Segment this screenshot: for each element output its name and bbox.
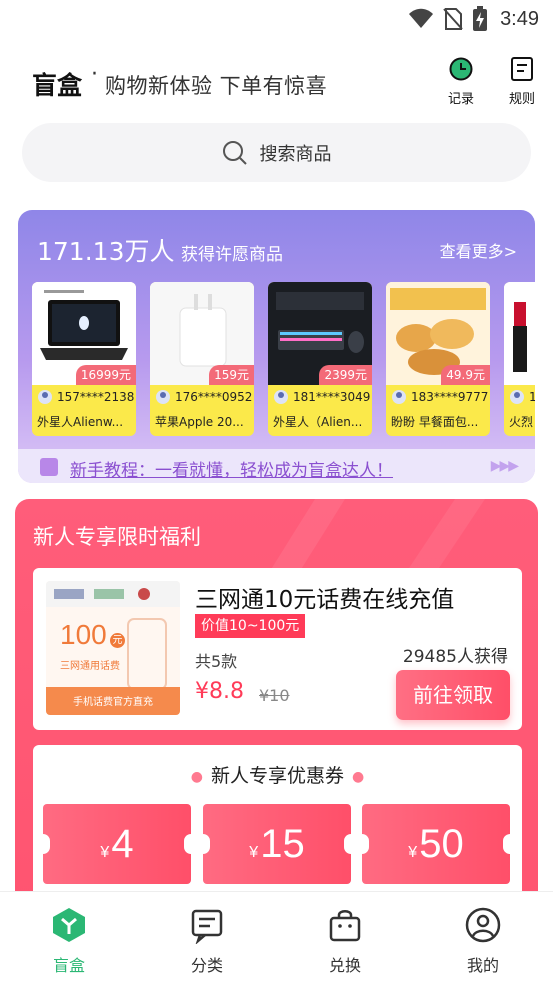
wish-card[interactable]: 2399元 181****3049 外星人（Alien... <box>268 282 372 436</box>
coupon-15[interactable]: ¥15 <box>196 804 358 884</box>
tab-profile[interactable]: 我的 <box>443 906 523 976</box>
card-price: 159元 <box>209 365 254 385</box>
avatar <box>38 390 52 404</box>
offer-value-tag: 价值10~100元 <box>195 614 306 638</box>
offer-claim-count: 29485人获得 <box>402 647 508 667</box>
shopping-bag-icon <box>329 910 361 942</box>
status-bar: 3:49 <box>0 0 553 38</box>
card-user: 176****0952 <box>156 390 252 404</box>
tutorial-link[interactable]: 新手教程：一看就懂，轻松成为盲盒达人！ <box>70 456 393 481</box>
avatar <box>510 390 524 404</box>
tab-label: 盲盒 <box>52 956 85 975</box>
tab-exchange[interactable]: 兑换 <box>305 906 385 976</box>
header: 盲盒 · 购物新体验 下单有惊喜 记录 规则 <box>0 52 553 112</box>
card-product-name: 苹果Apple 20... <box>155 415 244 429</box>
avatar <box>392 390 406 404</box>
bottom-tab-bar: 盲盒 分类 兑换 我的 <box>0 891 553 983</box>
wish-carousel[interactable]: 16999元 157****2138 外星人Alienw... 159元 176… <box>32 282 535 438</box>
coupon-title-text: 新人专享优惠券 <box>210 765 344 787</box>
avatar <box>274 390 288 404</box>
recharge-band: 手机话费官方直充 <box>73 697 153 708</box>
tab-label: 分类 <box>190 956 223 975</box>
coupon-currency: ¥ <box>249 844 259 861</box>
status-time: 3:49 <box>500 7 539 30</box>
newcomer-title: 新人专享限时福利 <box>33 525 201 549</box>
tab-category[interactable]: 分类 <box>167 906 247 976</box>
wish-card[interactable]: 49.9元 183****9777 盼盼 早餐面包... <box>386 282 490 436</box>
card-product-name: 盼盼 早餐面包... <box>391 415 479 429</box>
view-more-link[interactable]: 查看更多> <box>440 238 517 262</box>
records-button[interactable]: 记录 <box>441 56 481 107</box>
user-icon <box>465 907 501 943</box>
battery-charging-icon <box>473 6 488 31</box>
clock-icon <box>449 57 473 81</box>
newcomer-panel: 新人专享限时福利 100 元 三网通用话费 手机话费官方直充 三网通10元话费在… <box>15 499 538 919</box>
records-label: 记录 <box>447 92 474 107</box>
title-separator: · <box>91 62 98 87</box>
coupon-amount: 50 <box>419 822 464 866</box>
arrows-icon: ▶▶▶ <box>490 458 519 474</box>
wish-card[interactable]: 159元 176****0952 苹果Apple 20... <box>150 282 254 436</box>
coupon-section-title: ● 新人专享优惠券 ● <box>33 761 522 788</box>
wish-panel: 171.13万人 获得许愿商品 查看更多> 16999元 157****2138 <box>18 210 535 483</box>
status-icons: 3:49 <box>408 6 539 32</box>
recharge-amount: 100 <box>60 619 107 650</box>
search-placeholder: 搜索商品 <box>259 143 332 165</box>
wish-count: 171.13万人 <box>37 237 175 266</box>
card-price: 2399元 <box>319 365 372 385</box>
book-icon <box>40 458 58 476</box>
blindbox-icon <box>53 908 85 942</box>
tab-blindbox[interactable]: 盲盒 <box>29 906 109 976</box>
product-image-lipstick <box>504 282 535 385</box>
recharge-offer-card[interactable]: 100 元 三网通用话费 手机话费官方直充 三网通10元话费在线充值 价值10~… <box>33 568 522 730</box>
search-bar[interactable]: 搜索商品 <box>22 123 531 182</box>
card-user-phone: 181****3049 <box>293 390 371 404</box>
card-user-phone: 157****2138 <box>57 390 135 404</box>
card-user: 1 <box>510 390 535 404</box>
rules-label: 规则 <box>508 92 535 107</box>
card-user-phone: 176****0952 <box>175 390 253 404</box>
no-sim-icon <box>443 8 463 30</box>
coupon-currency: ¥ <box>408 844 418 861</box>
coupon-currency: ¥ <box>100 844 110 861</box>
avatar <box>156 390 170 404</box>
search-icon <box>222 140 247 165</box>
recharge-subtitle: 三网通用话费 <box>60 661 120 672</box>
offer-variant-count: 共5款 <box>195 652 238 671</box>
app-slogan: 购物新体验 下单有惊喜 <box>105 74 328 98</box>
card-user-phone: 1 <box>529 390 535 404</box>
tab-label: 兑换 <box>328 956 361 975</box>
rules-button[interactable]: 规则 <box>502 56 542 107</box>
card-user-phone: 183****9777 <box>411 390 489 404</box>
card-user: 181****3049 <box>274 390 370 404</box>
card-price: 49.9元 <box>441 365 490 385</box>
wish-card[interactable]: 16999元 157****2138 外星人Alienw... <box>32 282 136 436</box>
wifi-icon <box>409 8 434 28</box>
wish-description: 获得许愿商品 <box>181 245 283 265</box>
card-user: 183****9777 <box>392 390 488 404</box>
recharge-offer-image: 100 元 三网通用话费 手机话费官方直充 <box>46 581 180 715</box>
coupon-amount: 15 <box>260 822 305 866</box>
card-product-name: 火烈 <box>509 415 534 429</box>
app-title: 盲盒 <box>32 71 83 100</box>
category-icon <box>191 909 223 945</box>
coupon-4[interactable]: ¥4 <box>36 804 198 884</box>
offer-original-price: ¥10 <box>259 686 290 705</box>
tab-label: 我的 <box>466 956 499 975</box>
coupon-amount: 4 <box>111 822 134 866</box>
wish-card[interactable]: 1 火烈 <box>504 282 535 436</box>
claim-button[interactable]: 前往领取 <box>396 670 510 720</box>
document-icon <box>511 57 533 81</box>
card-price: 16999元 <box>75 365 136 385</box>
offer-price: ¥8.8 <box>195 679 244 704</box>
card-product-name: 外星人Alienw... <box>37 415 124 429</box>
tutorial-banner[interactable]: 新手教程：一看就懂，轻松成为盲盒达人！ ▶▶▶ <box>18 449 535 483</box>
dot-decoration: ● <box>190 768 203 785</box>
card-user: 157****2138 <box>38 390 134 404</box>
offer-title: 三网通10元话费在线充值 <box>195 587 455 613</box>
dot-decoration: ● <box>352 768 365 785</box>
coupon-50[interactable]: ¥50 <box>355 804 517 884</box>
recharge-unit-badge: 元 <box>110 633 125 648</box>
card-product-name: 外星人（Alien... <box>273 415 363 429</box>
